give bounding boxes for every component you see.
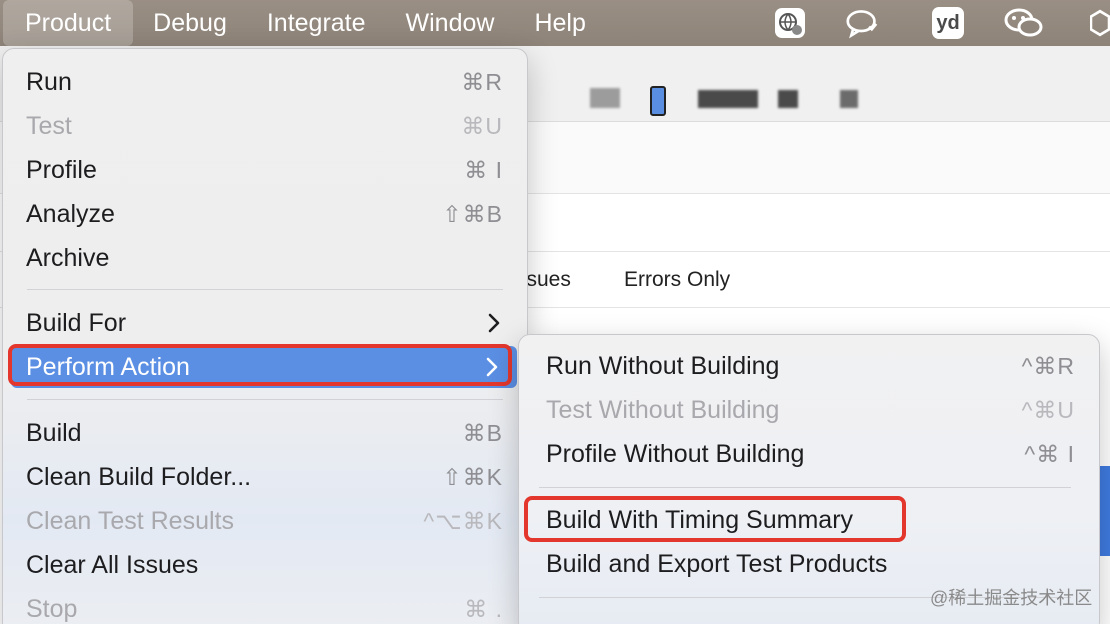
menu-item-clean-test-results[interactable]: Clean Test Results ^⌥⌘K [11,500,519,542]
perform-action-submenu: Run Without Building ^⌘R Test Without Bu… [518,334,1100,624]
menu-debug[interactable]: Debug [133,0,247,46]
shortcut-label: ^⌘R [1021,353,1075,379]
watermark: @稀土掘金技术社区 [930,588,1093,608]
menu-item-test[interactable]: Test ⌘U [11,105,519,147]
menu-separator [27,289,503,290]
menu-item-label: Build [26,418,82,447]
selected-row-edge [1100,466,1110,556]
shortcut-label: ⌘ . [464,596,503,622]
menu-item-build-for[interactable]: Build For [11,302,519,344]
scheme-icon [650,86,666,116]
menu-integrate[interactable]: Integrate [247,0,386,46]
blurred-text [698,90,758,108]
menu-item-label: Build and Export Test Products [546,549,888,578]
hexagon-icon[interactable] [1090,7,1110,39]
annotation-highlight-box [8,344,512,386]
shortcut-label: ^⌘ I [1024,441,1075,467]
menu-item-label: Stop [26,594,78,623]
globe-app-icon[interactable] [774,7,806,39]
chevron-right-icon [488,313,500,333]
menu-item-profile-without-building[interactable]: Profile Without Building ^⌘ I [527,433,1091,475]
menu-item-clear-all-issues[interactable]: Clear All Issues [11,544,519,586]
menu-item-label: Profile Without Building [546,439,805,468]
menu-item-label: Clear All Issues [26,550,199,579]
menu-separator [27,399,503,400]
shortcut-label: ⌘B [462,420,503,446]
menu-separator [539,487,1071,488]
youdao-icon-text: yd [936,11,960,34]
blurred-text [840,90,858,108]
menu-item-build-and-export-test-products[interactable]: Build and Export Test Products [527,543,1091,585]
shortcut-label: ^⌘U [1021,397,1075,423]
annotation-highlight-box [524,496,906,542]
shortcut-label: ⌘R [461,69,503,95]
shortcut-label: ^⌥⌘K [423,508,503,534]
menu-item-test-without-building[interactable]: Test Without Building ^⌘U [527,389,1091,431]
menu-item-clean-build-folder[interactable]: Clean Build Folder... ⇧⌘K [11,456,519,498]
menu-item-label: Run [26,67,72,96]
menu-item-label: Build For [26,308,127,337]
blurred-text [778,90,798,108]
shortcut-label: ⌘ I [464,157,503,183]
menu-item-stop[interactable]: Stop ⌘ . [11,588,519,624]
menu-item-profile[interactable]: Profile ⌘ I [11,149,519,191]
product-menu: Run ⌘R Test ⌘U Profile ⌘ I Analyze ⇧⌘B A… [2,48,528,624]
blurred-text [590,88,620,108]
filter-tab-errors-only[interactable]: Errors Only [624,268,730,292]
menu-item-label: Profile [26,155,97,184]
menu-item-run[interactable]: Run ⌘R [11,61,519,103]
menu-item-analyze[interactable]: Analyze ⇧⌘B [11,193,519,235]
menu-item-label: Test Without Building [546,395,780,424]
menu-product[interactable]: Product [3,0,134,46]
menu-item-label: Run Without Building [546,351,780,380]
shortcut-label: ⌘U [461,113,503,139]
menu-item-run-without-building[interactable]: Run Without Building ^⌘R [527,345,1091,387]
shortcut-label: ⇧⌘B [442,201,503,227]
menu-item-label: Clean Test Results [26,506,234,535]
menu-item-archive[interactable]: Archive [11,237,519,279]
menu-item-label: Test [26,111,72,140]
shortcut-label: ⇧⌘K [442,464,503,490]
menu-item-build[interactable]: Build ⌘B [11,412,519,454]
wechat-icon[interactable] [1004,7,1044,39]
menu-help[interactable]: Help [514,0,605,46]
youdao-icon[interactable]: yd [932,7,964,39]
menu-item-label: Archive [26,243,110,272]
menu-item-label: Analyze [26,199,115,228]
menu-item-label: Clean Build Folder... [26,462,252,491]
menu-window[interactable]: Window [386,0,515,46]
chat-bubble-icon[interactable] [846,7,878,39]
